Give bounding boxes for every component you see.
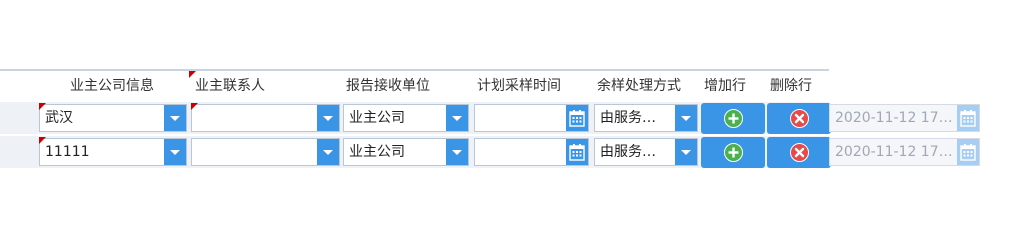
delete-row-button[interactable]: [767, 137, 831, 168]
remaining-sample-handling-value: 由服务方处理: [600, 110, 667, 126]
chevron-down-icon[interactable]: [317, 105, 339, 131]
owner-contact-combo[interactable]: [191, 138, 340, 166]
add-row-button[interactable]: [701, 103, 765, 134]
chevron-down-icon[interactable]: [164, 105, 186, 131]
column-header-delete-row: 删除行: [770, 78, 812, 94]
owner-contact-value: [197, 105, 309, 131]
planned-sampling-time-value: [480, 139, 558, 165]
report-receiver-value: 业主公司: [349, 144, 405, 160]
report-receiver-value: 业主公司: [349, 110, 405, 126]
owner-company-combo[interactable]: 11111: [39, 138, 187, 166]
add-row-button[interactable]: [701, 137, 765, 168]
readonly-date-field: 2020-11-12 17:00:00: [829, 138, 980, 166]
readonly-date-value: 2020-11-12 17:00:00: [835, 144, 953, 160]
close-circle-icon: [790, 143, 809, 162]
report-receiver-combo[interactable]: 业主公司: [343, 104, 469, 132]
column-header-report-receiver: 报告接收单位: [346, 78, 430, 94]
table-top-border: [0, 69, 829, 71]
required-marker: [191, 103, 198, 110]
owner-company-combo[interactable]: 武汉: [39, 104, 187, 132]
chevron-down-icon[interactable]: [164, 139, 186, 165]
owner-contact-combo[interactable]: [191, 104, 340, 132]
remaining-sample-handling-combo[interactable]: 由服务方处理: [594, 104, 698, 132]
plus-circle-icon: [724, 143, 743, 162]
owner-company-value: 11111: [45, 144, 90, 160]
readonly-date-field: 2020-11-12 17:00:00: [829, 104, 980, 132]
column-header-planned-sampling-time: 计划采样时间: [477, 78, 561, 94]
chevron-down-icon[interactable]: [675, 105, 697, 131]
column-header-owner-company: 业主公司信息: [70, 78, 154, 94]
chevron-down-icon[interactable]: [446, 105, 468, 131]
report-receiver-combo[interactable]: 业主公司: [343, 138, 469, 166]
calendar-icon[interactable]: [566, 105, 588, 131]
column-header-owner-contact: 业主联系人: [195, 78, 265, 94]
planned-sampling-time-field[interactable]: [474, 138, 589, 166]
chevron-down-icon[interactable]: [446, 139, 468, 165]
planned-sampling-time-value: [480, 105, 558, 131]
calendar-icon: [957, 105, 979, 131]
column-header-remaining-sample-handling: 余样处理方式: [597, 78, 681, 94]
plus-circle-icon: [724, 109, 743, 128]
required-marker: [39, 103, 46, 110]
readonly-date-value: 2020-11-12 17:00:00: [835, 110, 953, 126]
delete-row-button[interactable]: [767, 103, 831, 134]
planned-sampling-time-field[interactable]: [474, 104, 589, 132]
remaining-sample-handling-combo[interactable]: 由服务方处理: [594, 138, 698, 166]
owner-company-value: 武汉: [45, 110, 73, 126]
column-header-add-row: 增加行: [704, 78, 746, 94]
calendar-icon[interactable]: [566, 139, 588, 165]
chevron-down-icon[interactable]: [675, 139, 697, 165]
required-marker: [39, 137, 46, 144]
chevron-down-icon[interactable]: [317, 139, 339, 165]
owner-contact-value: [197, 139, 309, 165]
close-circle-icon: [790, 109, 809, 128]
calendar-icon: [957, 139, 979, 165]
remaining-sample-handling-value: 由服务方处理: [600, 144, 667, 160]
